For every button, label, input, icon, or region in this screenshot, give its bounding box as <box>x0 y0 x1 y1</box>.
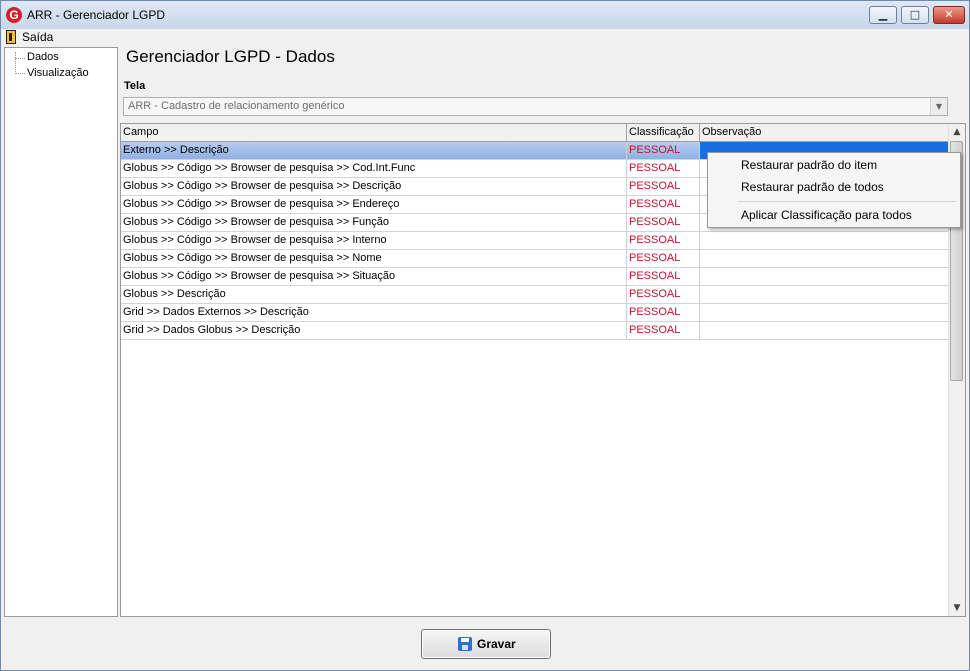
column-header-observacao[interactable]: Observação <box>700 124 949 141</box>
save-button[interactable]: Gravar <box>421 629 551 659</box>
cell-campo[interactable]: Grid >> Dados Globus >> Descrição <box>121 322 627 339</box>
scroll-up-icon[interactable]: ▲ <box>949 124 965 140</box>
cell-observacao[interactable] <box>700 322 949 339</box>
title-bar[interactable]: G ARR - Gerenciador LGPD ▁ □ ✕ <box>1 1 969 29</box>
cell-observacao[interactable] <box>700 286 949 303</box>
column-header-classificacao[interactable]: Classificação <box>627 124 700 141</box>
cell-campo[interactable]: Externo >> Descrição <box>121 142 627 159</box>
tree-connector <box>15 58 25 59</box>
cell-observacao[interactable] <box>700 232 949 249</box>
context-menu-separator <box>738 201 956 202</box>
table-row[interactable]: Grid >> Dados Globus >> Descrição PESSOA… <box>121 322 949 340</box>
context-menu-item-restaurar-todos[interactable]: Restaurar padrão de todos <box>741 180 884 194</box>
cell-classificacao[interactable]: PESSOAL <box>627 160 700 177</box>
save-button-label: Gravar <box>477 637 516 651</box>
cell-observacao[interactable] <box>700 268 949 285</box>
cell-campo[interactable]: Globus >> Código >> Browser de pesquisa … <box>121 250 627 267</box>
page-title: Gerenciador LGPD - Dados <box>126 47 335 66</box>
cell-campo[interactable]: Globus >> Código >> Browser de pesquisa … <box>121 232 627 249</box>
cell-campo[interactable]: Globus >> Código >> Browser de pesquisa … <box>121 178 627 195</box>
table-row[interactable]: Globus >> Código >> Browser de pesquisa … <box>121 268 949 286</box>
sidebar-item-visualizacao[interactable]: Visualização <box>27 67 89 79</box>
chevron-down-icon[interactable]: ▼ <box>930 98 947 115</box>
menu-bar: Saída <box>1 29 969 47</box>
sidebar-item-dados[interactable]: Dados <box>27 51 59 63</box>
main-window: G ARR - Gerenciador LGPD ▁ □ ✕ Saída Dad… <box>0 0 970 671</box>
table-row[interactable]: Grid >> Dados Externos >> Descrição PESS… <box>121 304 949 322</box>
table-row[interactable]: Globus >> Código >> Browser de pesquisa … <box>121 232 949 250</box>
cell-classificacao[interactable]: PESSOAL <box>627 250 700 267</box>
app-logo-icon: G <box>6 7 22 23</box>
menu-item-saida[interactable]: Saída <box>22 30 53 44</box>
cell-classificacao[interactable]: PESSOAL <box>627 142 700 159</box>
cell-classificacao[interactable]: PESSOAL <box>627 214 700 231</box>
context-menu-item-aplicar-classificacao[interactable]: Aplicar Classificação para todos <box>741 208 912 222</box>
grid-header: Campo Classificação Observação <box>121 124 949 142</box>
cell-classificacao[interactable]: PESSOAL <box>627 304 700 321</box>
context-menu: Restaurar padrão do item Restaurar padrã… <box>707 152 961 228</box>
tree-connector <box>15 73 25 74</box>
context-menu-item-restaurar-item[interactable]: Restaurar padrão do item <box>741 158 877 172</box>
minimize-button[interactable]: ▁ <box>869 6 897 24</box>
cell-classificacao[interactable]: PESSOAL <box>627 268 700 285</box>
sidebar-tree: Dados Visualização <box>4 47 118 617</box>
cell-campo[interactable]: Globus >> Código >> Browser de pesquisa … <box>121 160 627 177</box>
column-header-campo[interactable]: Campo <box>121 124 627 141</box>
cell-campo[interactable]: Globus >> Código >> Browser de pesquisa … <box>121 268 627 285</box>
cell-campo[interactable]: Grid >> Dados Externos >> Descrição <box>121 304 627 321</box>
close-button[interactable]: ✕ <box>933 6 965 24</box>
tree-connector <box>15 52 16 72</box>
cell-observacao[interactable] <box>700 304 949 321</box>
cell-observacao[interactable] <box>700 250 949 267</box>
scroll-down-icon[interactable]: ▼ <box>949 600 965 616</box>
tela-combobox[interactable]: ARR - Cadastro de relacionamento genéric… <box>123 97 948 116</box>
exit-door-icon[interactable] <box>6 30 16 44</box>
cell-classificacao[interactable]: PESSOAL <box>627 322 700 339</box>
cell-campo[interactable]: Globus >> Código >> Browser de pesquisa … <box>121 196 627 213</box>
cell-campo[interactable]: Globus >> Descrição <box>121 286 627 303</box>
tela-label: Tela <box>124 80 146 92</box>
cell-classificacao[interactable]: PESSOAL <box>627 178 700 195</box>
table-row[interactable]: Globus >> Descrição PESSOAL <box>121 286 949 304</box>
floppy-disk-icon <box>458 637 472 651</box>
tela-combobox-value: ARR - Cadastro de relacionamento genéric… <box>128 100 345 112</box>
window-title: ARR - Gerenciador LGPD <box>27 8 166 22</box>
maximize-button[interactable]: □ <box>901 6 929 24</box>
cell-classificacao[interactable]: PESSOAL <box>627 196 700 213</box>
table-row[interactable]: Globus >> Código >> Browser de pesquisa … <box>121 250 949 268</box>
cell-campo[interactable]: Globus >> Código >> Browser de pesquisa … <box>121 214 627 231</box>
cell-classificacao[interactable]: PESSOAL <box>627 286 700 303</box>
cell-classificacao[interactable]: PESSOAL <box>627 232 700 249</box>
